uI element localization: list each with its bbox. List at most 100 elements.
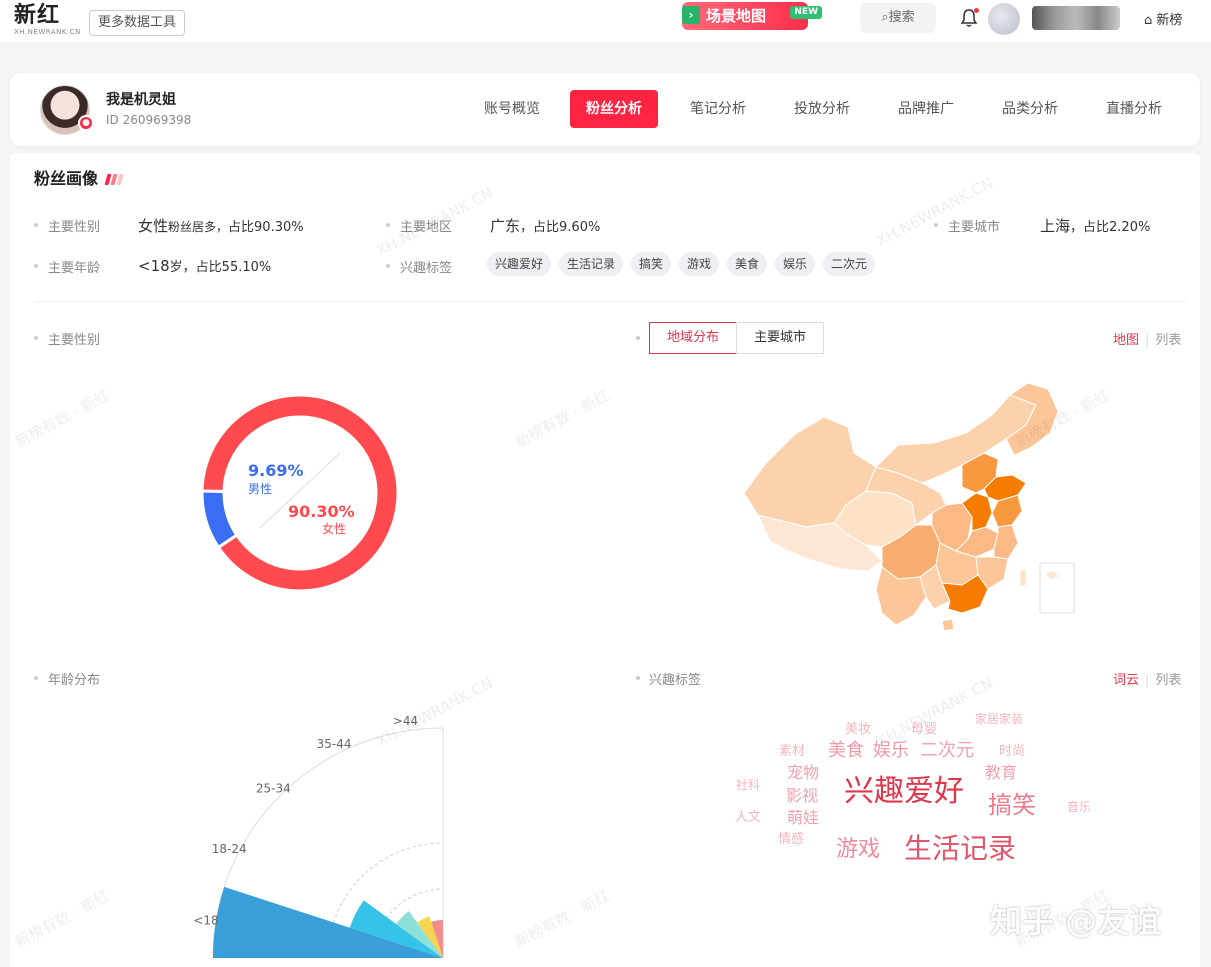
map-region-taiwan[interactable] [1019, 568, 1027, 588]
word-cloud-item[interactable]: 生活记录 [904, 835, 1016, 863]
tag-chip[interactable]: 生活记录 [559, 252, 624, 276]
age-chart-label: 年龄分布 [48, 673, 101, 688]
tab-overview[interactable]: 账号概览 [472, 90, 552, 128]
word-cloud-item[interactable]: 美妆 [845, 723, 871, 736]
gender-main: 女性 [138, 217, 169, 235]
word-cloud-item[interactable]: 人文 [735, 811, 761, 824]
home-icon: ⌂ [1144, 13, 1153, 28]
divider [34, 301, 1186, 302]
seg-city[interactable]: 主要城市 [736, 322, 824, 354]
tag-chip[interactable]: 二次元 [823, 252, 876, 276]
female-label: 女性 [322, 522, 347, 536]
tab-fans[interactable]: 粉丝分析 [570, 90, 658, 128]
city-stat-value: 上海，占比2.20% [1040, 215, 1150, 236]
word-cloud-item[interactable]: 影视 [786, 788, 818, 804]
more-tools-button[interactable]: 更多数据工具 [89, 10, 186, 36]
account-id: ID 260969398 [106, 113, 191, 127]
region-ratio: ，占比9.60% [520, 220, 601, 235]
age-tick-label: 35-44 [317, 737, 352, 751]
region-stat-label: 主要地区 [400, 220, 453, 235]
cloud-view-toggle: 词云 | 列表 [1113, 669, 1181, 688]
word-cloud-item[interactable]: 教育 [985, 765, 1017, 781]
logo[interactable]: 新红 XH.NEWRANK.CN [14, 3, 81, 37]
toggle-separator: | [1145, 333, 1150, 348]
seg-region[interactable]: 地域分布 [649, 322, 737, 354]
word-cloud-item[interactable]: 时尚 [999, 745, 1025, 758]
region-main: 广东 [490, 217, 521, 235]
word-cloud-item[interactable]: 素材 [779, 745, 805, 758]
notification-dot [974, 8, 979, 13]
user-avatar[interactable] [988, 3, 1020, 35]
new-badge: NEW [790, 6, 822, 19]
word-cloud-item[interactable]: 搞笑 [988, 793, 1036, 817]
scene-map-button[interactable]: › 场景地图 NEW [682, 2, 822, 30]
bullet [34, 676, 38, 680]
age-stat-label: 主要年龄 [48, 261, 101, 276]
word-cloud-item[interactable]: 二次元 [920, 742, 974, 760]
scene-map-label: 场景地图 [706, 7, 767, 25]
word-cloud-item[interactable]: 美食 [828, 742, 864, 760]
male-pct-label: 9.69% [248, 461, 304, 480]
gender-chart-label: 主要性别 [48, 333, 101, 348]
watermark: XH.NEWRANK.CN [873, 173, 996, 251]
toggle-list[interactable]: 列表 [1155, 333, 1181, 348]
tags-stat-label: 兴趣标签 [400, 261, 453, 276]
arrow-right-icon: › [682, 6, 700, 24]
tag-chip[interactable]: 美食 [727, 252, 768, 276]
age-unit: 岁， [169, 260, 196, 275]
bullet [636, 336, 640, 340]
tag-chip[interactable]: 搞笑 [631, 252, 672, 276]
gender-desc: 粉丝居多， [168, 220, 229, 234]
gender-donut-chart [200, 393, 400, 593]
city-main: 上海 [1040, 217, 1071, 235]
tag-chip[interactable]: 兴趣爱好 [487, 252, 552, 276]
tag-chip[interactable]: 游戏 [679, 252, 720, 276]
toggle-cloud[interactable]: 词云 [1113, 673, 1139, 688]
bullet [636, 676, 640, 680]
map-region-hainan[interactable] [941, 618, 955, 632]
word-cloud-item[interactable]: 兴趣爱好 [844, 777, 964, 807]
map-region-zhejiang[interactable] [993, 524, 1019, 560]
word-cloud-item[interactable]: 情感 [778, 833, 804, 846]
toggle-map[interactable]: 地图 [1113, 333, 1139, 348]
watermark: 新榜有数 · 新红 [512, 886, 613, 952]
word-cloud-item[interactable]: 社科 [736, 779, 760, 791]
age-ratio: 占比55.10% [195, 260, 272, 275]
bell-icon[interactable] [960, 8, 979, 28]
watermark: 新榜有数 · 新红 [12, 886, 113, 952]
word-cloud-item[interactable]: 家居家装 [975, 713, 1023, 725]
toggle-list[interactable]: 列表 [1155, 673, 1181, 688]
bullet [34, 336, 38, 340]
age-tick-label: 18-24 [212, 842, 247, 856]
word-cloud-item[interactable]: 娱乐 [873, 742, 909, 760]
city-ratio: ，占比2.20% [1070, 220, 1151, 235]
bullet [34, 223, 38, 227]
word-cloud-item[interactable]: 母婴 [911, 723, 937, 736]
gender-stat-label: 主要性别 [48, 220, 101, 235]
profile-card: ● 我是机灵姐 ID 260969398 账号概览 粉丝分析 笔记分析 投放分析… [10, 73, 1200, 146]
tab-category[interactable]: 品类分析 [990, 90, 1070, 128]
word-cloud-item[interactable]: 萌娃 [787, 810, 819, 826]
gender-ratio: 占比90.30% [228, 220, 304, 235]
tab-ads[interactable]: 投放分析 [782, 90, 862, 128]
south-sea-inset [1039, 562, 1075, 614]
top-bar: 新红 XH.NEWRANK.CN 更多数据工具 › 场景地图 NEW ⌕搜索 ⌂… [0, 0, 1211, 42]
zhihu-watermark: 知乎 @友谊 [990, 902, 1162, 940]
search-button[interactable]: ⌕搜索 [860, 3, 936, 33]
account-id-label: ID [106, 113, 119, 127]
search-icon: ⌕ [881, 10, 889, 25]
donut-slice-female[interactable] [200, 393, 400, 593]
female-pct-label: 90.30% [288, 502, 355, 521]
logo-main: 新红 [14, 3, 61, 28]
tag-chip[interactable]: 娱乐 [775, 252, 816, 276]
word-cloud-item[interactable]: 音乐 [1067, 801, 1091, 813]
user-name-blurred[interactable] [1032, 6, 1120, 30]
word-cloud-item[interactable]: 游戏 [836, 839, 880, 861]
newlist-link[interactable]: ⌂ 新榜 [1144, 9, 1182, 28]
logo-sub: XH.NEWRANK.CN [14, 28, 81, 36]
gender-stat-value: 女性粉丝居多，占比90.30% [138, 215, 304, 236]
tab-notes[interactable]: 笔记分析 [678, 90, 758, 128]
tab-live[interactable]: 直播分析 [1094, 90, 1174, 128]
tab-brand[interactable]: 品牌推广 [886, 90, 966, 128]
word-cloud-item[interactable]: 宠物 [787, 765, 819, 781]
